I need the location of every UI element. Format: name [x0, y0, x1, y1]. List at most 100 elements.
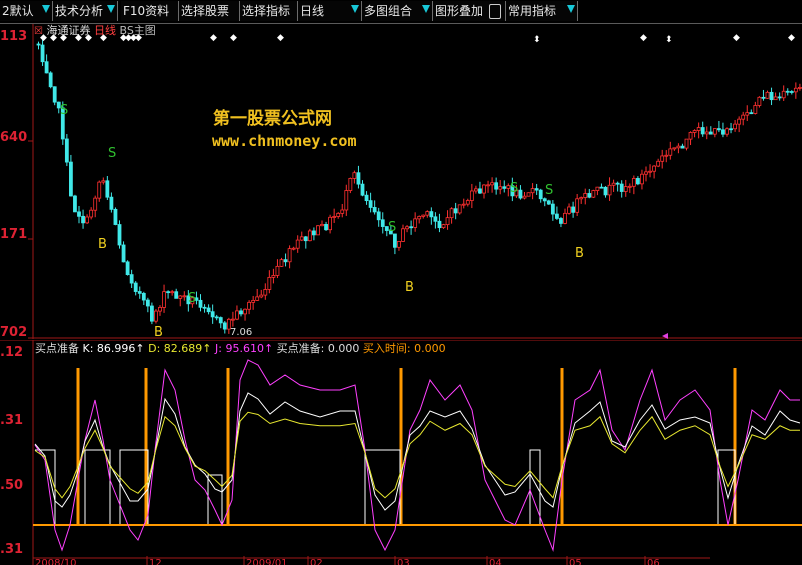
chevron-down-icon[interactable] — [567, 5, 575, 13]
candle-body — [441, 224, 446, 229]
candle-body — [263, 289, 268, 296]
candle-body — [603, 186, 608, 196]
candle-body — [421, 214, 426, 217]
candle-body — [48, 72, 53, 88]
candle-body — [729, 128, 733, 131]
candle-body — [433, 216, 438, 222]
toolbar-button-4[interactable]: 选择指标 — [240, 1, 298, 21]
candle-body — [243, 308, 247, 315]
candle-body — [717, 128, 721, 131]
candle-body — [283, 259, 288, 263]
candle-body — [222, 322, 227, 330]
candle-body — [340, 209, 345, 214]
candle-body — [271, 275, 276, 278]
toolbar-button-2[interactable]: F10资料 — [121, 1, 179, 21]
indicator-chart[interactable]: 2008/10 12 2009/01 02 03 04 05 06 — [0, 340, 802, 565]
candle-body — [530, 188, 535, 194]
candle-body — [700, 127, 705, 135]
candle-body — [546, 200, 551, 205]
toolbar-label: 多图组合 — [364, 4, 413, 18]
candle-body — [158, 307, 162, 312]
lock-icon[interactable] — [489, 4, 501, 19]
candle-body — [652, 165, 656, 172]
candle-body — [733, 123, 737, 130]
candle-body — [117, 224, 122, 246]
candle-body — [279, 259, 284, 267]
ind-y-label-4: .31 — [0, 542, 24, 557]
candle-body — [89, 209, 94, 218]
candle-body — [376, 211, 381, 221]
candle-body — [644, 171, 648, 175]
time-value: 买入时间: 0.000 — [362, 342, 446, 355]
candle-body — [121, 244, 126, 263]
toolbar-label: 选择指标 — [242, 4, 291, 18]
candle-body — [154, 310, 158, 322]
candle-body — [174, 291, 179, 299]
candle-body — [235, 310, 239, 320]
candle-body — [550, 203, 555, 215]
candle-body — [765, 91, 770, 99]
candle-body — [425, 211, 430, 216]
price-chart[interactable]: SSSSS SBBBB◆ ◆ ◆ ◆ ◆ ◆ ◆◆◆◆ ◆ ◆ ◆ ◆ ◆ ◆⬍ ⬍ — [0, 24, 802, 339]
toolbar-button-3[interactable]: 选择股票 — [179, 1, 240, 21]
chevron-down-icon[interactable] — [422, 5, 430, 13]
candle-body — [692, 130, 697, 133]
toolbar-label: 常用指标 — [508, 4, 557, 18]
j-value: J: 95.610↑ — [215, 342, 274, 355]
candle-body — [781, 90, 786, 99]
buy-signal: B — [405, 280, 414, 295]
close-icon[interactable]: ☒ — [34, 26, 43, 37]
candle-body — [303, 236, 308, 242]
chevron-down-icon[interactable] — [107, 5, 115, 13]
candle-body — [73, 195, 77, 213]
candle-body — [542, 198, 547, 202]
toolbar-label: F10资料 — [123, 4, 170, 18]
candle-body — [364, 194, 369, 202]
period-label: 日线 — [93, 24, 116, 37]
candle-body — [162, 291, 166, 308]
candle-body — [372, 207, 377, 213]
low-price-marker: 7.06 — [230, 327, 253, 338]
candle-body — [563, 212, 567, 224]
candle-body — [461, 203, 466, 206]
candle-body — [494, 182, 499, 190]
candle-body — [380, 219, 385, 227]
y-label-4: 702 — [0, 325, 29, 340]
candle-body — [490, 182, 495, 186]
candle-body — [607, 184, 612, 196]
candle-body — [93, 197, 98, 211]
candle-body — [567, 206, 571, 214]
main-chart-label: BS主图 — [119, 24, 156, 37]
candle-body — [668, 148, 673, 156]
candle-body — [202, 306, 207, 309]
candle-body — [141, 292, 146, 301]
candle-body — [777, 96, 782, 99]
candle-body — [218, 317, 223, 324]
candle-body — [105, 180, 110, 198]
toolbar: 2默认 技术分析 F10资料 选择股票 选择指标 日线 多图组合 图形叠加 常用指标 — [0, 0, 802, 24]
indicator-title: 买点准备 — [35, 342, 79, 355]
candle-body — [571, 206, 575, 213]
candle-body — [473, 188, 478, 192]
indicator-panel[interactable]: 2008/10 12 2009/01 02 03 04 05 06 买点准备 K: 86.99… — [0, 340, 802, 565]
price-panel[interactable]: S S S S S S B B B B ◆ ◆ ◆ ◆ ◆ ◆ ◆ ◆ ◆ ◆ ◆ ◆ ◆ ◆ ◆ ◆ ⬍ ⬍ ☒ 海通证券 日线 B… — [0, 22, 802, 340]
candle-body — [299, 236, 304, 241]
candle-body — [230, 318, 235, 321]
sell-signal: S — [108, 146, 116, 161]
candle-body — [198, 299, 203, 308]
chevron-down-icon[interactable] — [351, 5, 359, 13]
candle-body — [85, 216, 89, 224]
candle-body — [469, 190, 474, 201]
candle-body — [251, 299, 256, 303]
ind-x-label: 02 — [310, 558, 323, 565]
candle-body — [36, 43, 41, 46]
candle-body — [615, 182, 620, 185]
candle-body — [210, 311, 215, 318]
candle-body — [753, 105, 758, 114]
ind-x-label: 2009/01 — [246, 558, 288, 565]
chevron-down-icon[interactable] — [42, 5, 50, 13]
price-header: ☒ 海通证券 日线 BS主图 — [34, 22, 156, 38]
candle-body — [798, 86, 802, 89]
candle-body — [761, 96, 766, 99]
candle-body — [259, 294, 264, 298]
